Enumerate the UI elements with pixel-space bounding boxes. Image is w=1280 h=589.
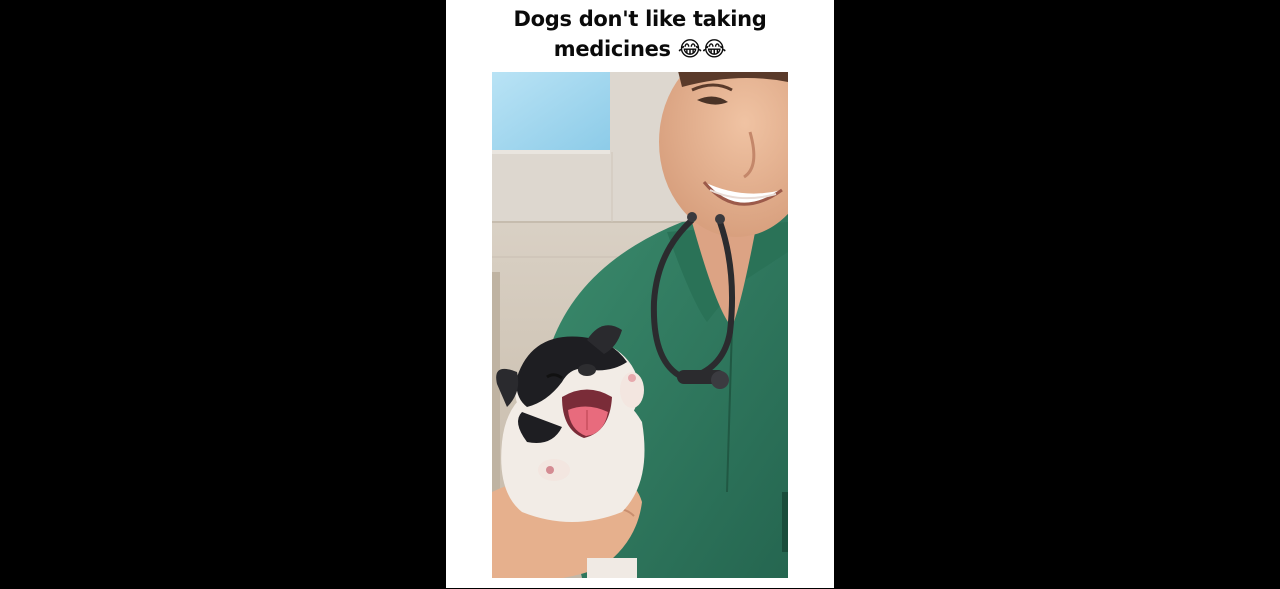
post-caption: Dogs don't like taking medicines 😂😂 [446,4,834,64]
caption-line-1: Dogs don't like taking [513,7,767,31]
caption-line-2: medicines 😂😂 [553,37,727,61]
video-frame: Dogs don't like taking medicines 😂😂 [0,0,1280,589]
post-card: Dogs don't like taking medicines 😂😂 [446,0,834,588]
vet-puppy-photo [492,72,788,578]
